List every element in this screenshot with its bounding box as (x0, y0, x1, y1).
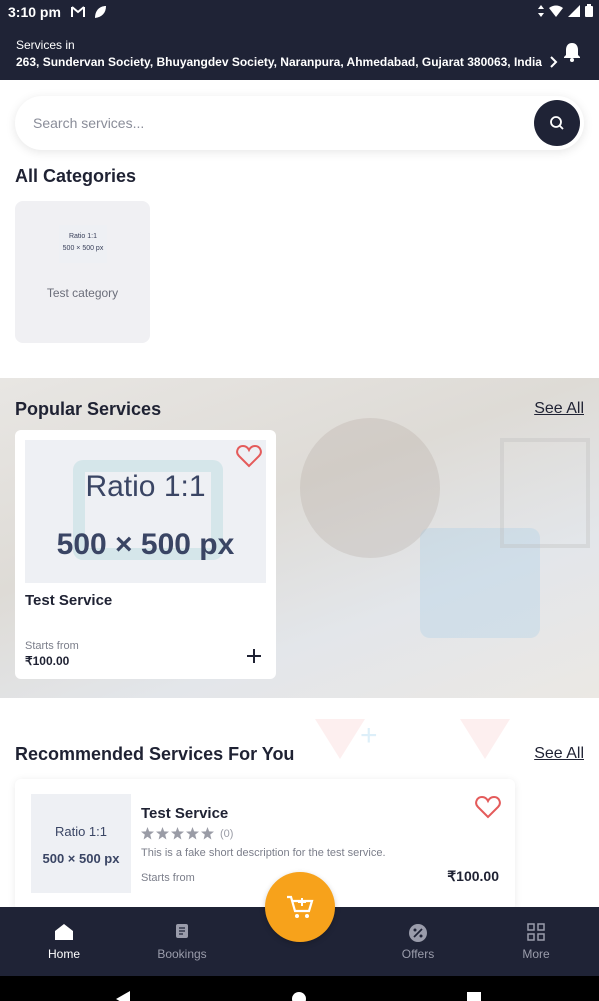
rating-count: (0) (220, 827, 234, 840)
category-thumbnail: Ratio 1:1 500 × 500 px (59, 225, 107, 263)
category-card[interactable]: Ratio 1:1 500 × 500 px Test category (15, 201, 150, 343)
service-description: This is a fake short description for the… (141, 847, 386, 859)
nav-label: More (522, 947, 550, 961)
nav-more[interactable]: More (486, 907, 586, 976)
favorite-heart-icon[interactable] (475, 795, 501, 819)
star-icon (156, 827, 169, 840)
bookings-icon (176, 924, 188, 938)
popular-service-card[interactable]: Ratio 1:1 500 × 500 px Test Service Star… (15, 430, 276, 679)
grid-icon (527, 923, 545, 941)
battery-icon (585, 4, 593, 17)
search-bar (15, 96, 584, 150)
location-selector[interactable]: 263, Sundervan Society, Bhuyangdev Socie… (16, 55, 558, 69)
star-icon (186, 827, 199, 840)
image-ratio-text: Ratio 1:1 (54, 824, 108, 839)
nav-label: Offers (401, 947, 435, 961)
categories-title: All Categories (15, 166, 137, 186)
nav-offers[interactable]: Offers (368, 907, 468, 976)
nav-label: Home (47, 947, 80, 961)
thumb-ratio-text: Ratio 1:1 (68, 233, 98, 240)
add-plus-icon[interactable] (246, 648, 262, 664)
popular-services-title: Popular Services (15, 399, 162, 419)
service-image: Ratio 1:1 500 × 500 px (25, 440, 266, 583)
signal-icon (568, 4, 580, 17)
popular-see-all-link[interactable]: See All (534, 400, 584, 418)
cart-icon (287, 895, 314, 918)
home-circle-icon[interactable] (292, 992, 306, 1001)
starts-from-label: Starts from (25, 640, 79, 652)
background-decoration (315, 719, 365, 759)
category-name: Test category (46, 286, 119, 300)
gmail-icon (70, 6, 85, 17)
background-decoration (460, 719, 510, 759)
recent-apps-icon[interactable] (467, 992, 481, 1001)
service-title: Test Service (141, 805, 229, 822)
banner-decoration (300, 418, 440, 558)
wifi-icon (549, 5, 563, 17)
location-header: Services in 263, Sundervan Society, Bhuy… (0, 24, 599, 80)
address-text: 263, Sundervan Society, Bhuyangdev Socie… (16, 55, 542, 69)
services-in-label: Services in (16, 38, 75, 52)
nav-bookings[interactable]: Bookings (132, 907, 232, 976)
recommended-title: Recommended Services For You (15, 744, 295, 764)
status-bar: 3:10 pm (0, 0, 599, 24)
data-arrows-icon (538, 4, 544, 17)
image-size-text: 500 × 500 px (56, 528, 235, 561)
service-image: Ratio 1:1 500 × 500 px (31, 794, 131, 893)
service-price: ₹100.00 (447, 868, 499, 884)
home-icon (55, 924, 73, 940)
chevron-right-icon (550, 56, 558, 68)
system-navigation-bar (0, 976, 599, 1001)
search-icon (550, 116, 564, 130)
notification-bell-icon[interactable] (563, 42, 581, 62)
background-decoration: + (360, 719, 378, 752)
image-size-text: 500 × 500 px (42, 851, 120, 866)
recommended-service-card[interactable]: Ratio 1:1 500 × 500 px Test Service (0) … (15, 779, 515, 911)
starts-from-label: Starts from (141, 872, 195, 884)
banner-decoration (500, 438, 590, 548)
star-icon (141, 827, 154, 840)
recommended-see-all-link[interactable]: See All (534, 745, 584, 763)
image-ratio-text: Ratio 1:1 (85, 470, 206, 503)
status-time: 3:10 pm (8, 4, 61, 20)
leaf-icon (94, 6, 106, 18)
nav-label: Bookings (157, 947, 207, 961)
offers-icon (409, 924, 427, 942)
nav-home[interactable]: Home (14, 907, 114, 976)
service-price: ₹100.00 (25, 654, 70, 668)
star-icon (201, 827, 214, 840)
cart-button[interactable] (265, 872, 335, 942)
back-icon[interactable] (116, 991, 130, 1001)
thumb-size-text: 500 × 500 px (62, 245, 104, 252)
star-icon (171, 827, 184, 840)
rating-stars: (0) (141, 827, 233, 840)
service-title: Test Service (25, 592, 113, 609)
search-input[interactable] (33, 96, 523, 150)
search-button[interactable] (534, 100, 580, 146)
favorite-heart-icon[interactable] (236, 444, 262, 468)
